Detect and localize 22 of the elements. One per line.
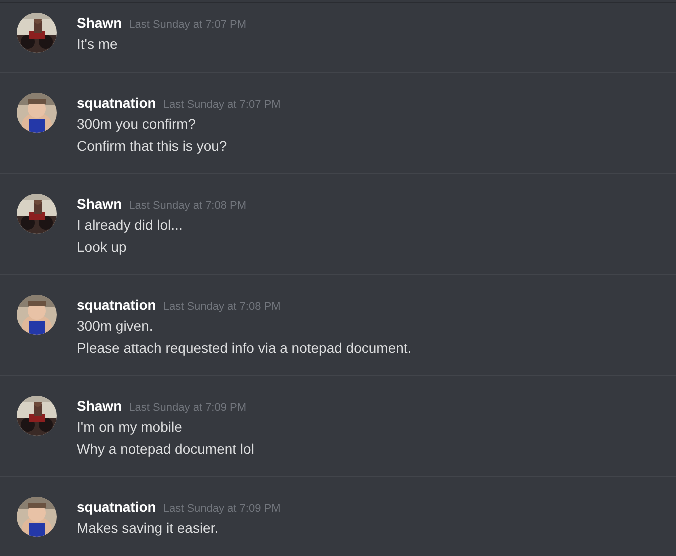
timestamp: Last Sunday at 7:07 PM bbox=[163, 98, 281, 113]
author-name[interactable]: squatnation bbox=[77, 497, 156, 518]
timestamp: Last Sunday at 7:08 PM bbox=[163, 300, 281, 315]
author-name[interactable]: Shawn bbox=[77, 194, 122, 215]
author-name[interactable]: Shawn bbox=[77, 396, 122, 417]
author-name[interactable]: Shawn bbox=[77, 13, 122, 34]
message-text: 300m you confirm? bbox=[77, 115, 196, 134]
message-text: I'm on my mobile bbox=[77, 418, 182, 437]
message-text: 300m given. bbox=[77, 317, 154, 336]
timestamp: Last Sunday at 7:09 PM bbox=[163, 502, 281, 517]
timestamp: Last Sunday at 7:07 PM bbox=[129, 18, 247, 33]
message-text: Please attach requested info via a notepad document. bbox=[77, 339, 412, 358]
message-text: I already did lol... bbox=[77, 216, 183, 235]
timestamp: Last Sunday at 7:08 PM bbox=[129, 199, 247, 214]
message-text: It's me bbox=[77, 35, 118, 54]
message-text: Confirm that this is you? bbox=[77, 137, 228, 156]
message-text: Why a notepad document lol bbox=[77, 440, 254, 459]
message-text: Look up bbox=[77, 238, 127, 257]
timestamp: Last Sunday at 7:09 PM bbox=[129, 401, 247, 416]
author-name[interactable]: squatnation bbox=[77, 93, 156, 114]
author-name[interactable]: squatnation bbox=[77, 295, 156, 316]
message-text: Makes saving it easier. bbox=[77, 519, 219, 538]
